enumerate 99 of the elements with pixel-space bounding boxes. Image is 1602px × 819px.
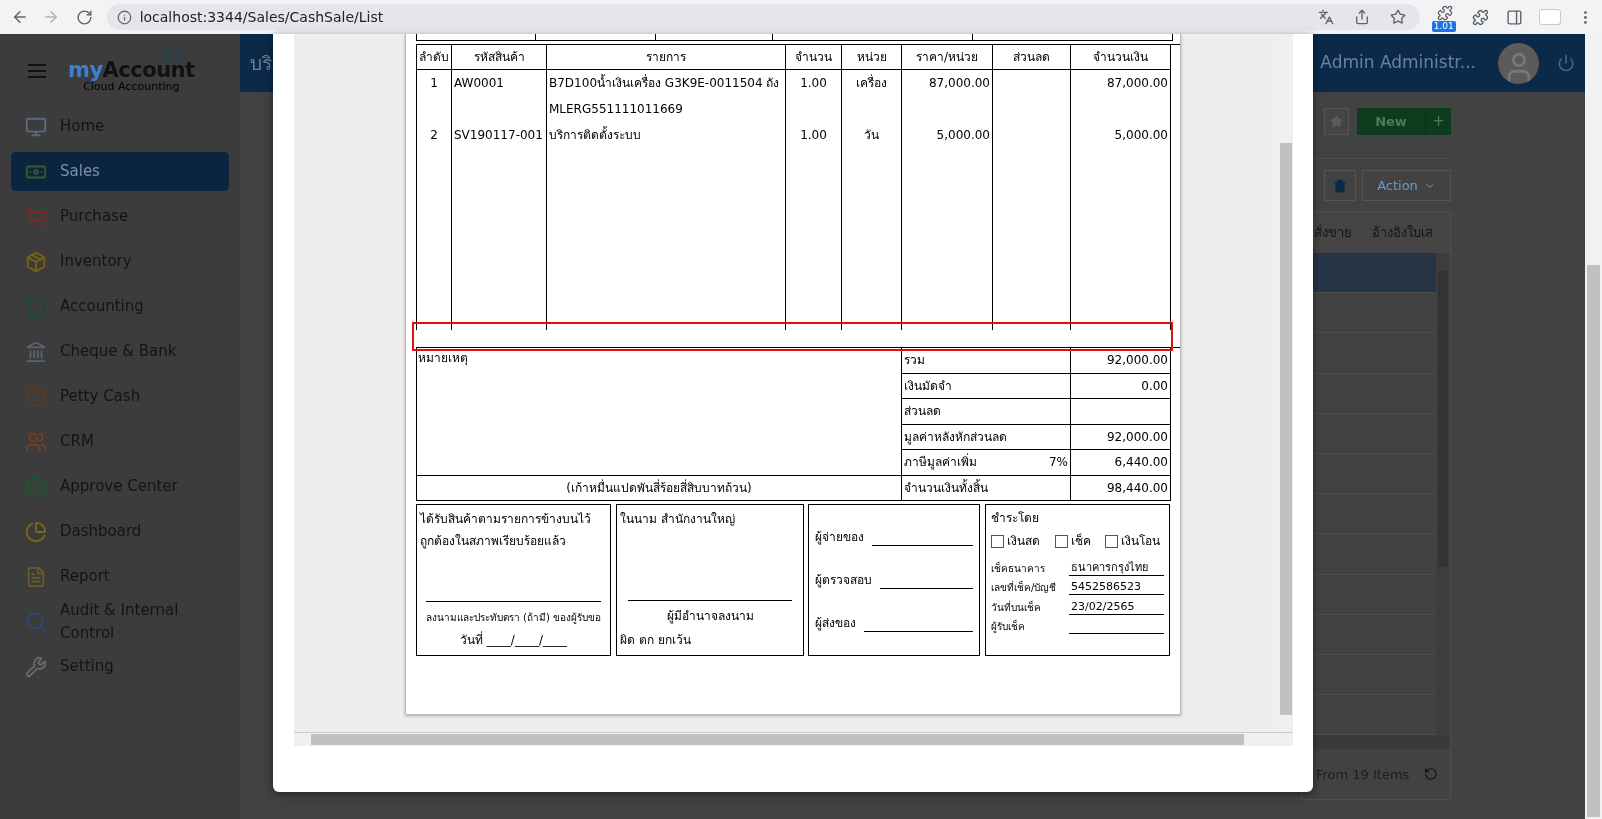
power-icon[interactable]: [1557, 54, 1575, 72]
summary-value: 0.00: [1141, 377, 1168, 395]
payment-method-label: เงินโอน: [1121, 533, 1160, 550]
side-panel-icon[interactable]: [1506, 8, 1524, 26]
book-icon: [25, 295, 47, 318]
people-icon: [25, 430, 47, 453]
amount-in-words: (เก้าหมื่นแปดพันสี่ร้อยสี่สิบบาทถ้วน): [566, 478, 752, 497]
date-line: วันที่ ____/____/____: [459, 631, 568, 649]
check-circle-icon: [25, 475, 47, 498]
signature-caption: ผู้มีอำนาจลงนาม: [665, 608, 755, 625]
fill-in-line[interactable]: 23/02/2565: [1069, 598, 1164, 615]
summary-value: 6,440.00: [1114, 454, 1168, 472]
tools-icon: [25, 655, 47, 678]
signer-label: ผู้จ่ายของ: [815, 528, 864, 546]
signer-label: ผู้ตรวจสอบ: [815, 572, 872, 589]
translate-icon[interactable]: [1317, 9, 1334, 25]
box-icon: [25, 250, 47, 273]
grid-scrollbar[interactable]: [1436, 253, 1450, 736]
search-icon: [25, 610, 47, 633]
monitor-icon: [25, 115, 47, 138]
field-label: เลขที่เช็ค/บัญชี: [991, 580, 1058, 595]
summary-label: มูลค่าหลังหักส่วนลด: [904, 428, 1007, 446]
column-header: ลำดับ: [417, 45, 452, 70]
field-label: เช็คธนาคาร: [991, 560, 1046, 576]
checkbox[interactable]: [991, 534, 1004, 548]
table-cell: เครื่อง: [842, 70, 902, 122]
new-button[interactable]: New: [1357, 108, 1425, 135]
trash-icon: [1333, 178, 1347, 193]
bookmark-star-icon[interactable]: [1389, 9, 1406, 25]
table-cell: AW0001: [452, 70, 547, 122]
column-header: จำนวนเงิน: [1071, 45, 1171, 70]
sidebar-item[interactable]: Sales: [11, 152, 229, 191]
action-button[interactable]: Action: [1362, 170, 1451, 201]
cart-icon: [25, 205, 47, 228]
fill-in-line[interactable]: 5452586523: [1069, 579, 1164, 595]
summary-label: ภาษีมูลค่าเพิ่ม: [904, 453, 977, 472]
horizontal-scrollbar[interactable]: [294, 732, 1293, 746]
receipt-text: ได้รับสินค้าตามรายการข้างบนไว้: [420, 511, 592, 528]
fill-in-line[interactable]: ธนาคารกรุงไทย: [1069, 559, 1164, 576]
extension-badge: 1.01: [1431, 21, 1456, 32]
summary-value: 92,000.00: [1106, 428, 1168, 446]
table-cell: 87,000.00: [1071, 70, 1171, 122]
bank-icon: [25, 340, 47, 363]
column-header: รายการ: [547, 45, 786, 70]
payment-method-label: เช็ค: [1070, 532, 1091, 550]
summary-value: 92,000.00: [1106, 352, 1168, 370]
table-cell: 1.00: [786, 70, 842, 122]
summary-value: 98,440.00: [1106, 479, 1168, 497]
checkbox[interactable]: [1105, 534, 1118, 548]
url-text: localhost:3344/Sales/CashSale/List: [139, 7, 385, 27]
column-header: หน่วย: [842, 45, 902, 70]
logo: myAccount Cloud Accounting: [68, 48, 195, 93]
puzzle-icon[interactable]: [1471, 8, 1489, 26]
page-title: บริ: [249, 50, 272, 76]
star-icon: [1330, 115, 1343, 128]
info-icon[interactable]: [116, 9, 132, 25]
summary-label: จำนวนเงินทั้งสิ้น: [904, 478, 988, 497]
receipt-text: ถูกต้องในสภาพเรียบร้อยแล้ว: [420, 533, 567, 551]
tax-rate: 7%: [1048, 454, 1068, 472]
table-cell: วัน: [842, 122, 902, 148]
share-icon[interactable]: [1353, 9, 1370, 25]
back-icon[interactable]: [11, 8, 29, 26]
signer-label: ผู้ส่งของ: [815, 615, 856, 633]
table-cell: 87,000.00: [902, 70, 993, 122]
field-label: ผู้รับเช็ค: [991, 619, 1026, 634]
table-cell: 1.00: [786, 122, 842, 148]
table-cell: 5,000.00: [902, 122, 993, 148]
checkbox[interactable]: [1054, 534, 1068, 548]
add-button[interactable]: +: [1425, 108, 1451, 135]
column-header: ส่วนลด: [993, 45, 1071, 70]
avatar[interactable]: [1498, 42, 1539, 84]
reload-icon[interactable]: [75, 8, 93, 26]
payment-title: ชำระโดย: [991, 510, 1040, 527]
summary-label: ส่วนลด: [904, 403, 941, 421]
table-cell: บริการติดตั้งระบบ: [547, 122, 786, 148]
document-icon: [25, 565, 47, 588]
table-cell: 2: [417, 122, 452, 148]
table-cell: 5,000.00: [1071, 122, 1171, 148]
summary-label: รวม: [904, 352, 925, 370]
table-cell: 1: [417, 70, 452, 122]
remark-label: หมายเหตุ: [418, 351, 468, 365]
pie-chart-icon: [25, 520, 47, 543]
table-cell: SV190117-001: [452, 122, 547, 148]
field-label: วันที่บนเช็ค: [991, 599, 1042, 615]
cloud-icon: [160, 44, 183, 61]
column-header: รหัสสินค้า: [452, 45, 547, 70]
company-title: ในนาม สำนักงานใหญ่: [620, 511, 736, 528]
signature-caption: ลงนามและประทับตรา (ถ้ามี) ของผู้รับขอ: [424, 611, 603, 625]
summary-label: เงินมัดจำ: [904, 377, 952, 395]
page-scrollbar[interactable]: [1585, 34, 1602, 819]
disclaimer-text: ผิด ตก ยกเว้น: [620, 632, 692, 649]
table-cell: B7D100น้ำเงินเครื่อง G3K9E-0011504 ถัง MLERG551111011669: [547, 70, 786, 122]
address-bar[interactable]: localhost:3344/Sales/CashSale/List: [106, 4, 1420, 30]
column-header: จำนวน: [786, 45, 842, 70]
user-name[interactable]: Admin Administr...: [1320, 50, 1476, 76]
extension-icon[interactable]: [1436, 5, 1453, 21]
column-header: ราคา/หน่วย: [902, 45, 993, 70]
wallet-icon: [25, 385, 47, 408]
payment-method-label: เงินสด: [1007, 533, 1040, 550]
